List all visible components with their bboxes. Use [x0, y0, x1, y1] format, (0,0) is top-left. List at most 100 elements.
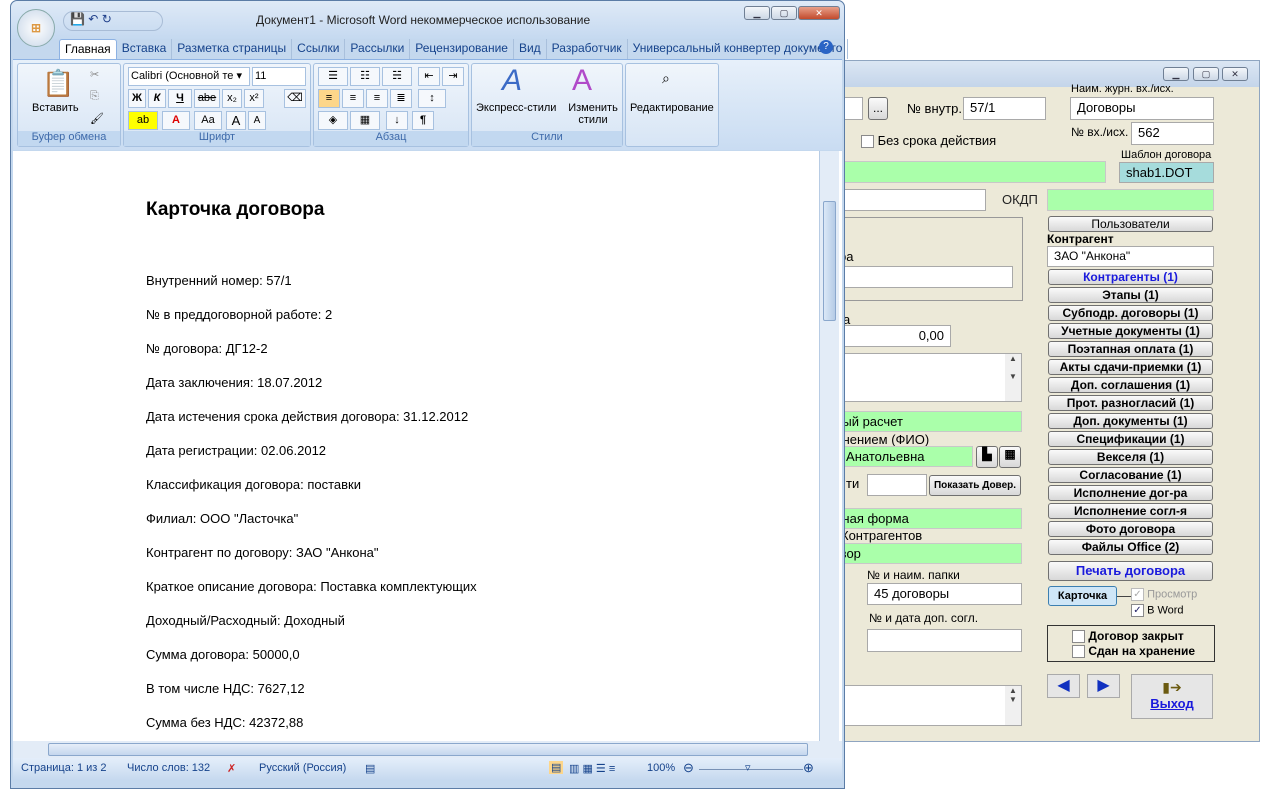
align-right-icon[interactable]: ≡ — [366, 89, 388, 108]
document-page[interactable]: Карточка договора Внутренний номер: 57/1… — [13, 151, 842, 741]
save-icon[interactable]: 💾 — [70, 12, 85, 26]
show-power-button[interactable]: Показать Довер. — [929, 475, 1021, 496]
shrink-font-button[interactable]: A — [248, 111, 266, 130]
contract-section-button[interactable]: Этапы (1) — [1048, 287, 1213, 303]
highlight-icon[interactable]: ab — [128, 111, 158, 130]
change-styles-button[interactable]: Изменить стили — [564, 102, 622, 126]
contract-section-button[interactable]: Согласование (1) — [1048, 467, 1213, 483]
zoom-level[interactable]: 100% — [647, 762, 675, 774]
show-marks-button[interactable]: ¶ — [412, 111, 434, 130]
bullets-icon[interactable]: ☰ — [318, 67, 348, 86]
language[interactable]: Русский (Россия) — [259, 762, 346, 774]
print-contract-button[interactable]: Печать договора — [1048, 561, 1213, 581]
tab-7[interactable]: Разработчик — [547, 39, 628, 59]
multilevel-list-icon[interactable]: ☵ — [382, 67, 412, 86]
folder-field[interactable]: 45 договоры — [867, 583, 1022, 605]
paste-button[interactable]: Вставить — [32, 102, 79, 114]
scrollbar[interactable]: ▲ ▼ — [1005, 686, 1021, 725]
numbering-icon[interactable]: ☷ — [350, 67, 380, 86]
contract-section-button[interactable]: Доп. соглашения (1) — [1048, 377, 1213, 393]
superscript-button[interactable]: x² — [244, 89, 264, 108]
contract-section-button[interactable]: Векселя (1) — [1048, 449, 1213, 465]
comment-textarea[interactable]: ▲ ▼ — [821, 685, 1022, 726]
cut-icon[interactable]: ✂ — [90, 68, 99, 81]
checkbox[interactable] — [861, 135, 874, 149]
zoom-slider-thumb[interactable]: ▿ — [745, 761, 751, 774]
power-of-attorney-field[interactable] — [867, 474, 927, 496]
template-field[interactable]: shab1.DOT — [1119, 162, 1214, 183]
italic-button[interactable]: К — [148, 89, 166, 108]
vertical-scrollbar[interactable] — [819, 151, 839, 741]
undo-icon[interactable]: ↶ — [88, 12, 98, 26]
strikethrough-button[interactable]: abe — [194, 89, 220, 108]
minimize-button[interactable]: ▁ — [744, 6, 770, 20]
scroll-thumb[interactable] — [48, 743, 808, 756]
users-button[interactable]: Пользователи — [1048, 216, 1213, 232]
proofing-icon[interactable]: ✗ — [227, 762, 236, 775]
scroll-thumb[interactable] — [823, 201, 836, 321]
checkbox[interactable] — [1072, 645, 1085, 659]
contract-section-button[interactable]: Файлы Office (2) — [1048, 539, 1213, 555]
contract-section-button[interactable]: Акты сдачи-приемки (1) — [1048, 359, 1213, 375]
office-button[interactable]: ⊞ — [17, 9, 55, 47]
browse-button[interactable]: ... — [868, 97, 888, 120]
scrollbar[interactable]: ▲ ▼ — [1005, 354, 1021, 401]
bold-button[interactable]: Ж — [128, 89, 146, 108]
decrease-indent-icon[interactable]: ⇤ — [418, 67, 440, 86]
editing-button[interactable]: Редактирование — [630, 102, 714, 114]
align-left-icon[interactable]: ≡ — [318, 89, 340, 108]
contract-section-button[interactable]: Субподр. договоры (1) — [1048, 305, 1213, 321]
tab-0[interactable]: Главная — [59, 39, 117, 59]
contract-section-button[interactable]: Исполнение дог-ра — [1048, 485, 1213, 501]
change-case-button[interactable]: Aa — [194, 111, 222, 130]
internal-no-field[interactable]: 57/1 — [963, 97, 1046, 120]
close-button[interactable]: ✕ — [1222, 67, 1248, 81]
underline-button[interactable]: Ч — [168, 89, 192, 108]
in-word-checkbox[interactable]: ✓ В Word — [1131, 604, 1184, 617]
tab-3[interactable]: Ссылки — [292, 39, 346, 59]
checkbox[interactable] — [1072, 630, 1085, 644]
contract-type-field[interactable]: говор — [821, 543, 1022, 564]
clear-format-icon[interactable]: ⌫ — [284, 89, 306, 108]
editing-group[interactable]: ⌕ Редактирование — [625, 63, 719, 147]
tab-5[interactable]: Рецензирование — [410, 39, 514, 59]
tab-4[interactable]: Рассылки — [345, 39, 411, 59]
close-button[interactable]: ✕ — [798, 6, 840, 20]
borders-icon[interactable]: ▦ — [350, 111, 380, 130]
macro-icon[interactable]: ▤ — [365, 762, 375, 775]
horizontal-scrollbar[interactable] — [13, 741, 842, 758]
no-term-checkbox[interactable]: Без срока действия — [861, 133, 996, 149]
sort-icon[interactable]: ↓ — [386, 111, 408, 130]
contract-section-button[interactable]: Учетные документы (1) — [1048, 323, 1213, 339]
tab-1[interactable]: Вставка — [117, 39, 173, 59]
notes-textarea[interactable]: ▲ ▼ — [821, 353, 1022, 402]
card-button[interactable]: Карточка — [1048, 586, 1117, 606]
closed-checkbox[interactable]: Договор закрыт — [1072, 629, 1184, 644]
contractor-field[interactable]: ЗАО "Анкона" — [1047, 246, 1214, 267]
help-icon[interactable]: ? — [819, 40, 833, 54]
prev-icon[interactable]: ◀ — [1047, 674, 1080, 698]
redo-icon[interactable]: ↻ — [102, 12, 112, 26]
journal-field[interactable]: Договоры — [1070, 97, 1214, 120]
tab-2[interactable]: Разметка страницы — [172, 39, 293, 59]
grow-font-button[interactable]: A — [226, 111, 246, 130]
zoom-in-icon[interactable]: ⊕ — [803, 760, 814, 776]
contract-subject-field[interactable] — [821, 161, 1106, 183]
contract-section-button[interactable]: Спецификации (1) — [1048, 431, 1213, 447]
form-field[interactable]: енная форма — [821, 508, 1022, 529]
building-icon[interactable]: ▙ — [976, 446, 998, 468]
word-count[interactable]: Число слов: 132 — [127, 762, 210, 774]
addendum-field[interactable] — [867, 629, 1022, 652]
okdp-field[interactable] — [1047, 189, 1214, 211]
inout-no-field[interactable]: 562 — [1131, 122, 1214, 145]
zoom-out-icon[interactable]: ⊖ — [683, 760, 694, 776]
line-spacing-icon[interactable]: ↕ — [418, 89, 446, 108]
archived-checkbox[interactable]: Сдан на хранение — [1072, 644, 1195, 659]
shading-icon[interactable]: ◈ — [318, 111, 348, 130]
tab-8[interactable]: Универсальный конвертер документо — [628, 39, 849, 59]
text-field[interactable] — [821, 266, 1013, 288]
increase-indent-icon[interactable]: ⇥ — [442, 67, 464, 86]
zoom-slider[interactable] — [699, 769, 803, 770]
paste-icon[interactable]: 📋 — [42, 68, 74, 99]
contract-section-button[interactable]: Фото договора — [1048, 521, 1213, 537]
